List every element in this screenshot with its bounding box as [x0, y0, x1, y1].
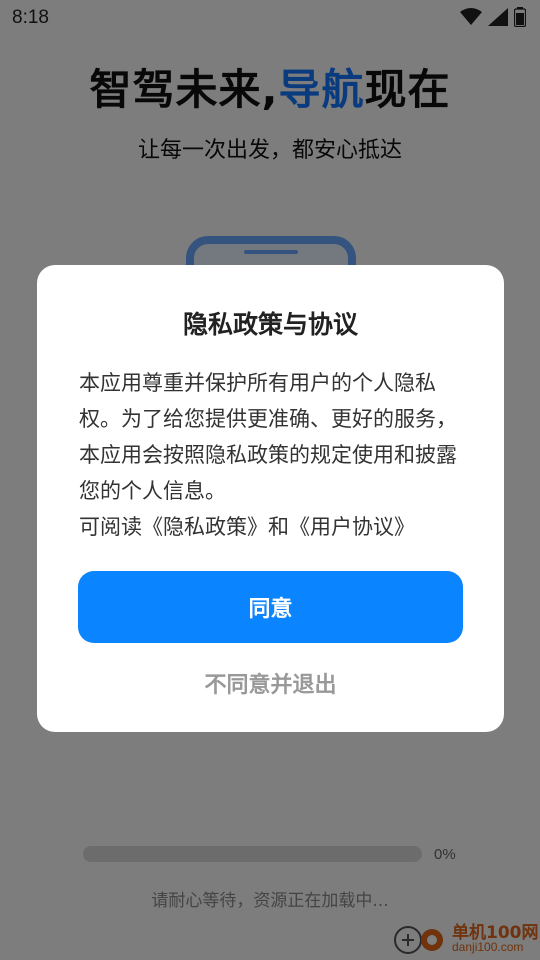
dialog-title: 隐私政策与协议	[182, 310, 358, 339]
links-and: 和	[268, 515, 289, 539]
dialog-body-text: 本应用尊重并保护所有用户的个人隐私权。为了给您提供更准确、更好的服务，本应用会按…	[79, 371, 457, 503]
privacy-dialog: 隐私政策与协议 本应用尊重并保护所有用户的个人隐私权。为了给您提供更准确、更好的…	[37, 265, 504, 732]
splash-screen: 8:18 智驾未来,导航现在 让每一次出发，都安心抵达 0% 请耐心等待，资源正…	[0, 0, 540, 960]
links-prefix: 可阅读	[79, 515, 142, 539]
user-agreement-link[interactable]: 《用户协议》	[289, 515, 415, 539]
dialog-links-line: 可阅读《隐私政策》和《用户协议》	[79, 509, 471, 545]
privacy-policy-link[interactable]: 《隐私政策》	[142, 515, 268, 539]
disagree-exit-button[interactable]: 不同意并退出	[78, 663, 463, 703]
dialog-body: 本应用尊重并保护所有用户的个人隐私权。为了给您提供更准确、更好的服务，本应用会按…	[79, 365, 471, 545]
agree-button[interactable]: 同意	[78, 571, 463, 643]
